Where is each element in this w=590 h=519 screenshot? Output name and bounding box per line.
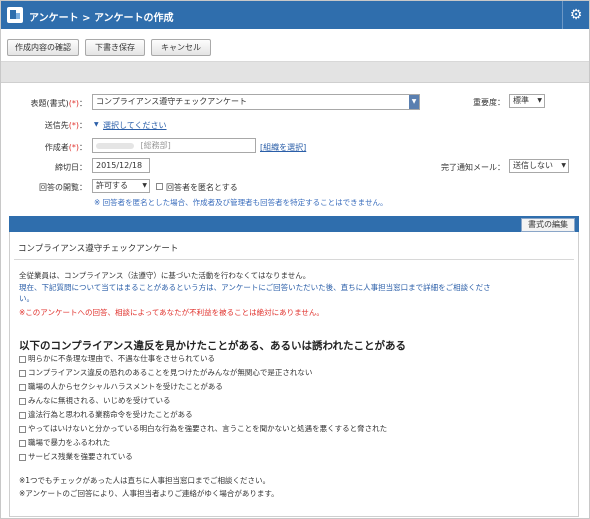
title-select-value: コンプライアンス遵守チェックアンケート — [96, 97, 247, 106]
option-checkbox[interactable] — [19, 411, 26, 419]
option-checkbox[interactable] — [19, 425, 26, 433]
option-label: サービス残業を強要されている — [28, 452, 133, 461]
importance-value: 標準 — [513, 96, 529, 105]
question-heading: 以下のコンプライアンス違反を見かけたことがある、あるいは誘われたことがある — [19, 340, 407, 352]
anonymous-label: 回答者を匿名とする — [166, 183, 238, 192]
save-draft-button[interactable]: 下書き保存 — [85, 39, 145, 56]
disclosure-value: 許可する — [96, 181, 128, 190]
chevron-down-icon: ▼ — [142, 182, 147, 189]
importance-select[interactable]: 標準 ▼ — [509, 94, 545, 108]
list-item[interactable]: やってはいけないと分かっている明白な行為を強要され、言うことを聞かないと処遇を悪… — [19, 423, 387, 434]
dropdown-arrow-icon: ▼ — [409, 95, 419, 109]
disclosure-select[interactable]: 許可する ▼ — [92, 179, 150, 193]
importance-label: 重要度： — [473, 98, 505, 107]
page-title: アンケート > アンケートの作成 — [29, 13, 174, 24]
option-checkbox[interactable] — [19, 355, 26, 363]
gear-icon[interactable]: ⚙ — [562, 1, 589, 29]
app-logo-icon — [7, 7, 23, 23]
intro-text-blue-cont: い。 — [19, 294, 34, 303]
option-label: 明らかに不条理な理由で、不遇な仕事をさせられている — [28, 354, 215, 363]
app-frame: アンケート > アンケートの作成 ⚙ 作成内容の確認 下書き保存 キャンセル 表… — [0, 0, 590, 519]
survey-preview: コンプライアンス遵守チェックアンケート 全従業員は、コンプライアンス（法遵守）に… — [9, 232, 579, 517]
title-field-label: 表題(書式)(*)： — [30, 99, 88, 108]
option-checkbox[interactable] — [19, 383, 26, 391]
option-checkbox[interactable] — [19, 397, 26, 405]
option-label: 職場の人からセクシャルハラスメントを受けたことがある — [28, 382, 223, 391]
option-label: コンプライアンス違反の恐れのあることを見つけたがみんなが無関心で是正されない — [28, 368, 313, 377]
blurred-name — [96, 142, 134, 149]
option-label: やってはいけないと分かっている明白な行為を強要され、言うことを聞かないと処遇を悪… — [28, 424, 388, 433]
list-item[interactable]: 違法行為と思われる業務命令を受けたことがある — [19, 409, 193, 420]
option-label: 職場で暴力をふるわれた — [28, 438, 111, 447]
chevron-down-icon: ▼ — [537, 97, 542, 104]
toolbar: 作成内容の確認 下書き保存 キャンセル — [1, 29, 589, 62]
completion-mail-label: 完了通知メール： — [441, 163, 505, 172]
title-select[interactable]: コンプライアンス遵守チェックアンケート ▼ — [92, 94, 420, 110]
anonymous-note: ※ 回答者を匿名とした場合、作成者及び管理者も回答者を特定することはできません。 — [94, 198, 388, 207]
deadline-label: 締切日： — [55, 163, 87, 172]
select-organization-link[interactable]: [組織を選択] — [260, 142, 306, 153]
completion-mail-value: 送信しない — [513, 161, 553, 170]
list-item[interactable]: コンプライアンス違反の恐れのあることを見つけたがみんなが無関心で是正されない — [19, 367, 312, 378]
list-item[interactable]: 職場で暴力をふるわれた — [19, 437, 110, 448]
expand-arrow-icon: ▼ — [94, 121, 99, 128]
survey-title: コンプライアンス遵守チェックアンケート — [18, 244, 179, 254]
confirm-button[interactable]: 作成内容の確認 — [7, 39, 79, 56]
deadline-input[interactable]: 2015/12/18 — [92, 158, 150, 173]
footer-note: ※1つでもチェックがあった人は直ちに人事担当窓口までご相談ください。 — [19, 476, 271, 485]
title-bar: アンケート > アンケートの作成 ⚙ — [1, 1, 589, 29]
option-checkbox[interactable] — [19, 369, 26, 377]
completion-mail-select[interactable]: 送信しない ▼ — [509, 159, 569, 173]
list-item[interactable]: 職場の人からセクシャルハラスメントを受けたことがある — [19, 381, 223, 392]
select-recipients-link[interactable]: 選択してください — [103, 120, 167, 131]
separator-band — [1, 62, 589, 83]
cancel-button[interactable]: キャンセル — [151, 39, 211, 56]
list-item[interactable]: サービス残業を強要されている — [19, 451, 133, 462]
intro-text: 全従業員は、コンプライアンス（法遵守）に基づいた活動を行わなくてはなりません。 — [19, 271, 311, 280]
option-label: 違法行為と思われる業務命令を受けたことがある — [28, 410, 193, 419]
option-label: みんなに無視される、いじめを受けている — [28, 396, 171, 405]
divider — [14, 259, 574, 260]
edit-format-button[interactable]: 書式の編集 — [521, 218, 575, 232]
intro-text-blue: 現在、下記質問について当てはまることがあるという方は、アンケートにご回答いただい… — [19, 283, 491, 292]
creator-field[interactable]: [総務部] — [92, 138, 256, 153]
option-checkbox[interactable] — [19, 453, 26, 461]
panel-header: 書式の編集 — [9, 216, 579, 232]
recipients-label: 送信先(*)： — [44, 121, 87, 130]
disclosure-label: 回答の開覧： — [39, 183, 87, 192]
chevron-down-icon: ▼ — [561, 162, 566, 169]
list-item[interactable]: 明らかに不条理な理由で、不遇な仕事をさせられている — [19, 353, 215, 364]
list-item[interactable]: みんなに無視される、いじめを受けている — [19, 395, 171, 406]
intro-text-red: ※このアンケートへの回答、相談によってあなたが不利益を被ることは絶対にありません… — [19, 308, 324, 317]
creator-label: 作成者(*)： — [44, 143, 87, 152]
anonymous-checkbox[interactable] — [156, 183, 163, 190]
creator-value: [総務部] — [140, 141, 171, 150]
option-checkbox[interactable] — [19, 439, 26, 447]
footer-note: ※アンケートのご回答により、人事担当者よりご連絡がゆく場合があります。 — [19, 489, 279, 498]
